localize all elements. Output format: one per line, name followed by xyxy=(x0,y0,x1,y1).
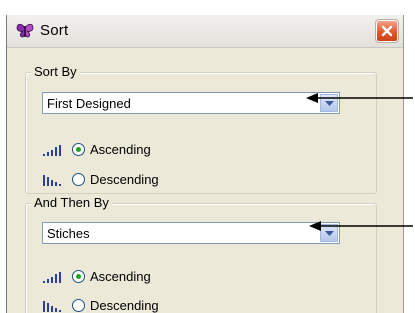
chevron-down-icon xyxy=(325,231,334,236)
sort-by-ascending-label: Ascending xyxy=(90,142,151,157)
then-by-select[interactable]: Stiches xyxy=(42,222,340,244)
close-icon xyxy=(381,25,393,37)
sort-descending-icon xyxy=(43,175,61,186)
then-by-group: And Then By Stiches Ascending Descending xyxy=(25,195,377,313)
then-by-ascending-radio[interactable] xyxy=(72,270,85,283)
sort-descending-icon xyxy=(43,301,61,312)
then-by-descending-radio[interactable] xyxy=(72,299,85,312)
window-title: Sort xyxy=(40,22,69,39)
then-by-dropdown-button[interactable] xyxy=(320,224,338,242)
then-by-label: And Then By xyxy=(31,195,112,210)
sort-by-descending-label: Descending xyxy=(90,172,159,187)
then-by-ascending-label: Ascending xyxy=(90,269,151,284)
chevron-down-icon xyxy=(325,101,334,106)
sort-by-dropdown-button[interactable] xyxy=(320,94,338,112)
sort-ascending-icon xyxy=(43,272,61,283)
sort-by-select[interactable]: First Designed xyxy=(42,92,340,114)
then-by-descending-label: Descending xyxy=(90,298,159,313)
sort-by-selected-value: First Designed xyxy=(47,96,131,111)
sort-by-descending-radio[interactable] xyxy=(72,173,85,186)
title-bar[interactable]: Sort xyxy=(7,15,403,48)
sort-dialog: Sort Sort By First Designed Ascending De… xyxy=(6,15,404,313)
close-button[interactable] xyxy=(375,19,399,43)
sort-by-label: Sort By xyxy=(31,64,80,79)
then-by-selected-value: Stiches xyxy=(47,226,90,241)
sort-ascending-icon xyxy=(43,145,61,156)
butterfly-app-icon xyxy=(16,23,34,38)
sort-by-group: Sort By First Designed Ascending Descend… xyxy=(25,64,377,194)
sort-by-ascending-radio[interactable] xyxy=(72,143,85,156)
